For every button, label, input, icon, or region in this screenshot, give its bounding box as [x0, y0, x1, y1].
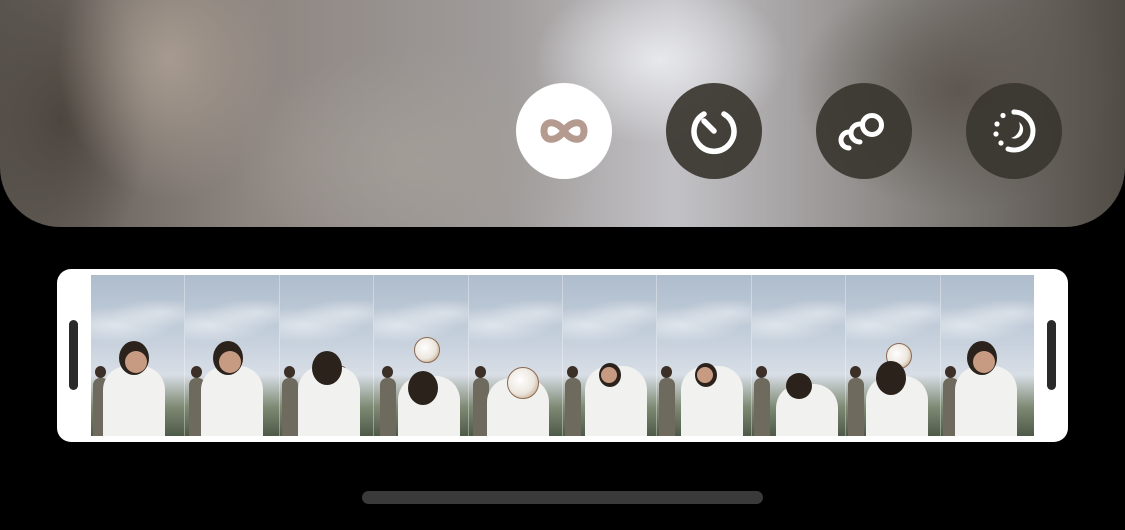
filmstrip-frame	[940, 275, 1034, 436]
echo-mode-button[interactable]	[816, 83, 912, 179]
trim-end-handle[interactable]	[1047, 320, 1056, 390]
long-exposure-mode-button[interactable]	[966, 83, 1062, 179]
filmstrip-trimmer[interactable]	[57, 269, 1068, 442]
filmstrip-frame	[468, 275, 564, 436]
long-exposure-icon	[993, 109, 1036, 153]
filmstrip[interactable]	[91, 275, 1034, 436]
speedometer-icon	[691, 111, 737, 154]
speed-mode-button[interactable]	[666, 83, 762, 179]
trim-start-handle[interactable]	[69, 320, 78, 390]
filmstrip-frame	[846, 275, 941, 436]
home-indicator[interactable]	[362, 491, 763, 504]
filmstrip-frame	[374, 275, 469, 436]
echo-circles-icon	[838, 113, 884, 151]
filmstrip-frame	[563, 275, 658, 436]
video-preview[interactable]	[0, 0, 1125, 227]
filmstrip-frame	[91, 275, 186, 436]
loop-mode-button[interactable]	[516, 83, 612, 179]
filmstrip-frame	[751, 275, 847, 436]
live-photo-editor	[0, 0, 1125, 530]
filmstrip-frame	[657, 275, 752, 436]
filmstrip-frame	[185, 275, 280, 436]
filmstrip-frame	[279, 275, 375, 436]
infinity-icon	[540, 119, 588, 143]
